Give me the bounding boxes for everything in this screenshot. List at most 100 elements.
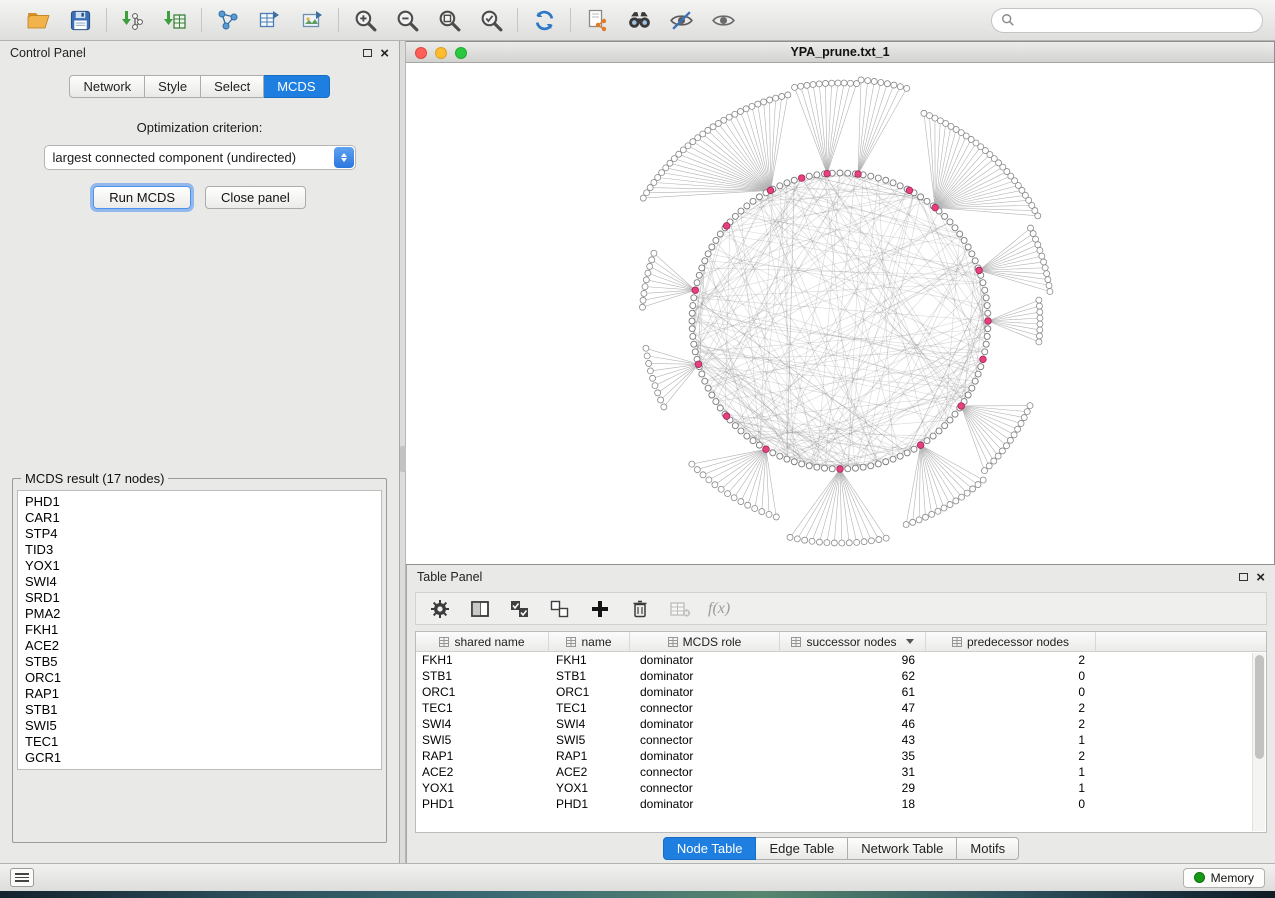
open-file-button[interactable]	[23, 5, 53, 35]
memory-button[interactable]: Memory	[1183, 868, 1265, 888]
mcds-node-item[interactable]: CAR1	[25, 510, 374, 526]
select-all-button[interactable]	[508, 597, 532, 621]
table-row[interactable]: TEC1TEC1connector472	[416, 700, 1266, 716]
table-cell: 43	[780, 733, 926, 747]
file-group	[12, 5, 106, 35]
tab-edge-table[interactable]: Edge Table	[756, 837, 848, 860]
close-panel-icon[interactable]: ×	[380, 46, 389, 61]
maximize-window-icon[interactable]	[455, 47, 467, 59]
table-scrollbar-thumb[interactable]	[1255, 655, 1264, 759]
zoom-out-button[interactable]	[392, 5, 422, 35]
tab-select[interactable]: Select	[201, 75, 264, 98]
tab-style[interactable]: Style	[145, 75, 201, 98]
column-header-name[interactable]: name	[549, 632, 630, 651]
mcds-node-item[interactable]: RAP1	[25, 686, 374, 702]
network-canvas[interactable]	[406, 63, 1274, 564]
mcds-node-item[interactable]: PHD1	[25, 494, 374, 510]
function-builder-button[interactable]: f(x)	[708, 600, 730, 618]
table-row[interactable]: ORC1ORC1dominator610	[416, 684, 1266, 700]
mcds-node-item[interactable]: SRD1	[25, 590, 374, 606]
search-input[interactable]	[1020, 13, 1253, 27]
table-row[interactable]: FKH1FKH1dominator962	[416, 652, 1266, 668]
mcds-result-list[interactable]: PHD1CAR1STP4TID3YOX1SWI4SRD1PMA2FKH1ACE2…	[17, 490, 382, 770]
search-network-button[interactable]	[624, 5, 654, 35]
table-row[interactable]: YOX1YOX1connector291	[416, 780, 1266, 796]
tab-motifs[interactable]: Motifs	[957, 837, 1019, 860]
plus-icon	[590, 599, 610, 619]
column-header-mcds-role[interactable]: MCDS role	[630, 632, 780, 651]
network-canvas-svg	[406, 63, 1274, 564]
mcds-node-item[interactable]: ACE2	[25, 638, 374, 654]
mcds-node-item[interactable]: YOX1	[25, 558, 374, 574]
close-panel-icon[interactable]: ×	[1256, 570, 1265, 585]
search-box[interactable]	[991, 8, 1263, 33]
mcds-node-item[interactable]: STB1	[25, 702, 374, 718]
mcds-node-item[interactable]: STP4	[25, 526, 374, 542]
window-traffic-lights	[415, 47, 467, 59]
minimize-window-icon[interactable]	[435, 47, 447, 59]
new-network-button[interactable]	[213, 5, 243, 35]
refresh-button[interactable]	[529, 5, 559, 35]
float-panel-icon[interactable]	[363, 49, 372, 57]
close-window-icon[interactable]	[415, 47, 427, 59]
network-from-table-button[interactable]	[255, 5, 285, 35]
zoom-in-button[interactable]	[350, 5, 380, 35]
close-panel-button[interactable]: Close panel	[205, 186, 306, 209]
splitter-handle-icon[interactable]	[400, 446, 406, 472]
table-cell: TEC1	[549, 701, 630, 715]
network-titlebar[interactable]: YPA_prune.txt_1	[406, 42, 1274, 63]
hide-details-button[interactable]	[666, 5, 696, 35]
tab-node-table[interactable]: Node Table	[663, 837, 757, 860]
mcds-node-item[interactable]: SWI5	[25, 718, 374, 734]
import-network-button[interactable]	[118, 5, 148, 35]
log-console-button[interactable]	[10, 868, 34, 887]
criterion-dropdown[interactable]: largest connected component (undirected)	[44, 145, 356, 170]
mcds-node-item[interactable]: PMA2	[25, 606, 374, 622]
tab-network-table[interactable]: Network Table	[848, 837, 957, 860]
table-row[interactable]: SWI4SWI4dominator462	[416, 716, 1266, 732]
mcds-node-item[interactable]: ORC1	[25, 670, 374, 686]
table-row[interactable]: PHD1PHD1dominator180	[416, 796, 1266, 812]
mcds-node-item[interactable]: SWI4	[25, 574, 374, 590]
column-header-predecessor-nodes[interactable]: predecessor nodes	[926, 632, 1096, 651]
run-mcds-button[interactable]: Run MCDS	[93, 186, 191, 209]
column-header-successor-nodes[interactable]: successor nodes	[780, 632, 926, 651]
show-details-button[interactable]	[708, 5, 738, 35]
delete-column-button[interactable]	[628, 597, 652, 621]
table-row[interactable]: ACE2ACE2connector311	[416, 764, 1266, 780]
table-cell: 47	[780, 701, 926, 715]
float-panel-icon[interactable]	[1239, 573, 1248, 581]
table-row[interactable]: RAP1RAP1dominator352	[416, 748, 1266, 764]
table-cell: 61	[780, 685, 926, 699]
show-columns-button[interactable]	[468, 597, 492, 621]
vertical-splitter[interactable]	[400, 41, 406, 863]
tab-mcds[interactable]: MCDS	[264, 75, 329, 98]
mcds-node-item[interactable]: TEC1	[25, 734, 374, 750]
table-scrollbar[interactable]	[1252, 653, 1265, 831]
zoom-selected-button[interactable]	[476, 5, 506, 35]
table-row[interactable]: SWI5SWI5connector431	[416, 732, 1266, 748]
table-settings-button[interactable]	[428, 597, 452, 621]
zoom-fit-button[interactable]	[434, 5, 464, 35]
share-document-button[interactable]	[582, 5, 612, 35]
node-table: shared name name MCDS role successor nod…	[415, 631, 1267, 833]
delete-table-button[interactable]	[668, 597, 692, 621]
export-image-button[interactable]	[297, 5, 327, 35]
mcds-node-item[interactable]: FKH1	[25, 622, 374, 638]
mcds-node-item[interactable]: TID3	[25, 542, 374, 558]
search-icon	[1001, 13, 1015, 27]
add-column-button[interactable]	[588, 597, 612, 621]
share-document-icon	[585, 8, 609, 32]
save-button[interactable]	[65, 5, 95, 35]
column-header-shared-name[interactable]: shared name	[416, 632, 549, 651]
deselect-all-button[interactable]	[548, 597, 572, 621]
eye-slash-icon	[669, 8, 694, 33]
table-cell: 46	[780, 717, 926, 731]
tab-network[interactable]: Network	[69, 75, 145, 98]
table-row[interactable]: STB1STB1dominator620	[416, 668, 1266, 684]
import-table-button[interactable]	[160, 5, 190, 35]
mcds-node-item[interactable]: GCR1	[25, 750, 374, 766]
mcds-node-item[interactable]: STB5	[25, 654, 374, 670]
eye-icon	[711, 8, 736, 33]
memory-label: Memory	[1211, 871, 1254, 885]
